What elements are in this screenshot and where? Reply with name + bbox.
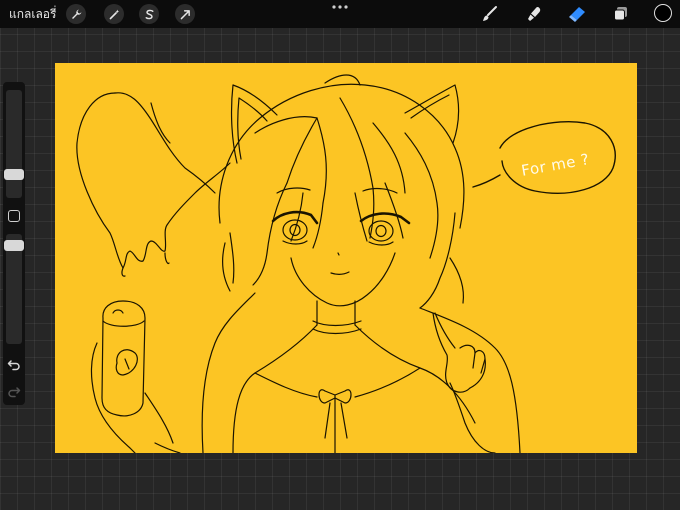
opacity-thumb[interactable]: [4, 240, 24, 251]
more-dots-icon[interactable]: [331, 3, 349, 11]
brush-tool-button[interactable]: [479, 4, 501, 24]
undo-icon[interactable]: [7, 357, 21, 371]
top-toolbar: แกลเลอรี่: [0, 0, 680, 28]
layers-button[interactable]: [610, 4, 632, 24]
transform-button[interactable]: [175, 4, 195, 24]
lineart-illustration: [76, 74, 616, 453]
gallery-button[interactable]: แกลเลอรี่: [9, 5, 56, 24]
drawing-canvas[interactable]: For me ?: [55, 63, 637, 453]
layers-icon: [614, 7, 627, 21]
brush-size-slider[interactable]: [6, 90, 22, 198]
brush-icon: [483, 6, 497, 21]
wrench-icon: [71, 9, 81, 19]
brush-size-thumb[interactable]: [4, 169, 24, 180]
transform-arrow-icon: [180, 9, 190, 19]
adjustments-button[interactable]: [104, 4, 124, 24]
magic-wand-icon: [109, 9, 119, 19]
color-picker-button[interactable]: [654, 4, 672, 22]
actions-wrench-button[interactable]: [66, 4, 86, 24]
eraser-tool-button[interactable]: [566, 4, 588, 24]
smudge-icon: [528, 6, 541, 21]
modify-button[interactable]: [8, 210, 20, 222]
eraser-icon: [569, 7, 585, 22]
selection-s-icon: [145, 9, 153, 19]
selection-button[interactable]: [139, 4, 159, 24]
redo-icon[interactable]: [7, 384, 21, 398]
smudge-tool-button[interactable]: [524, 4, 546, 24]
left-sidebar: [3, 82, 25, 405]
